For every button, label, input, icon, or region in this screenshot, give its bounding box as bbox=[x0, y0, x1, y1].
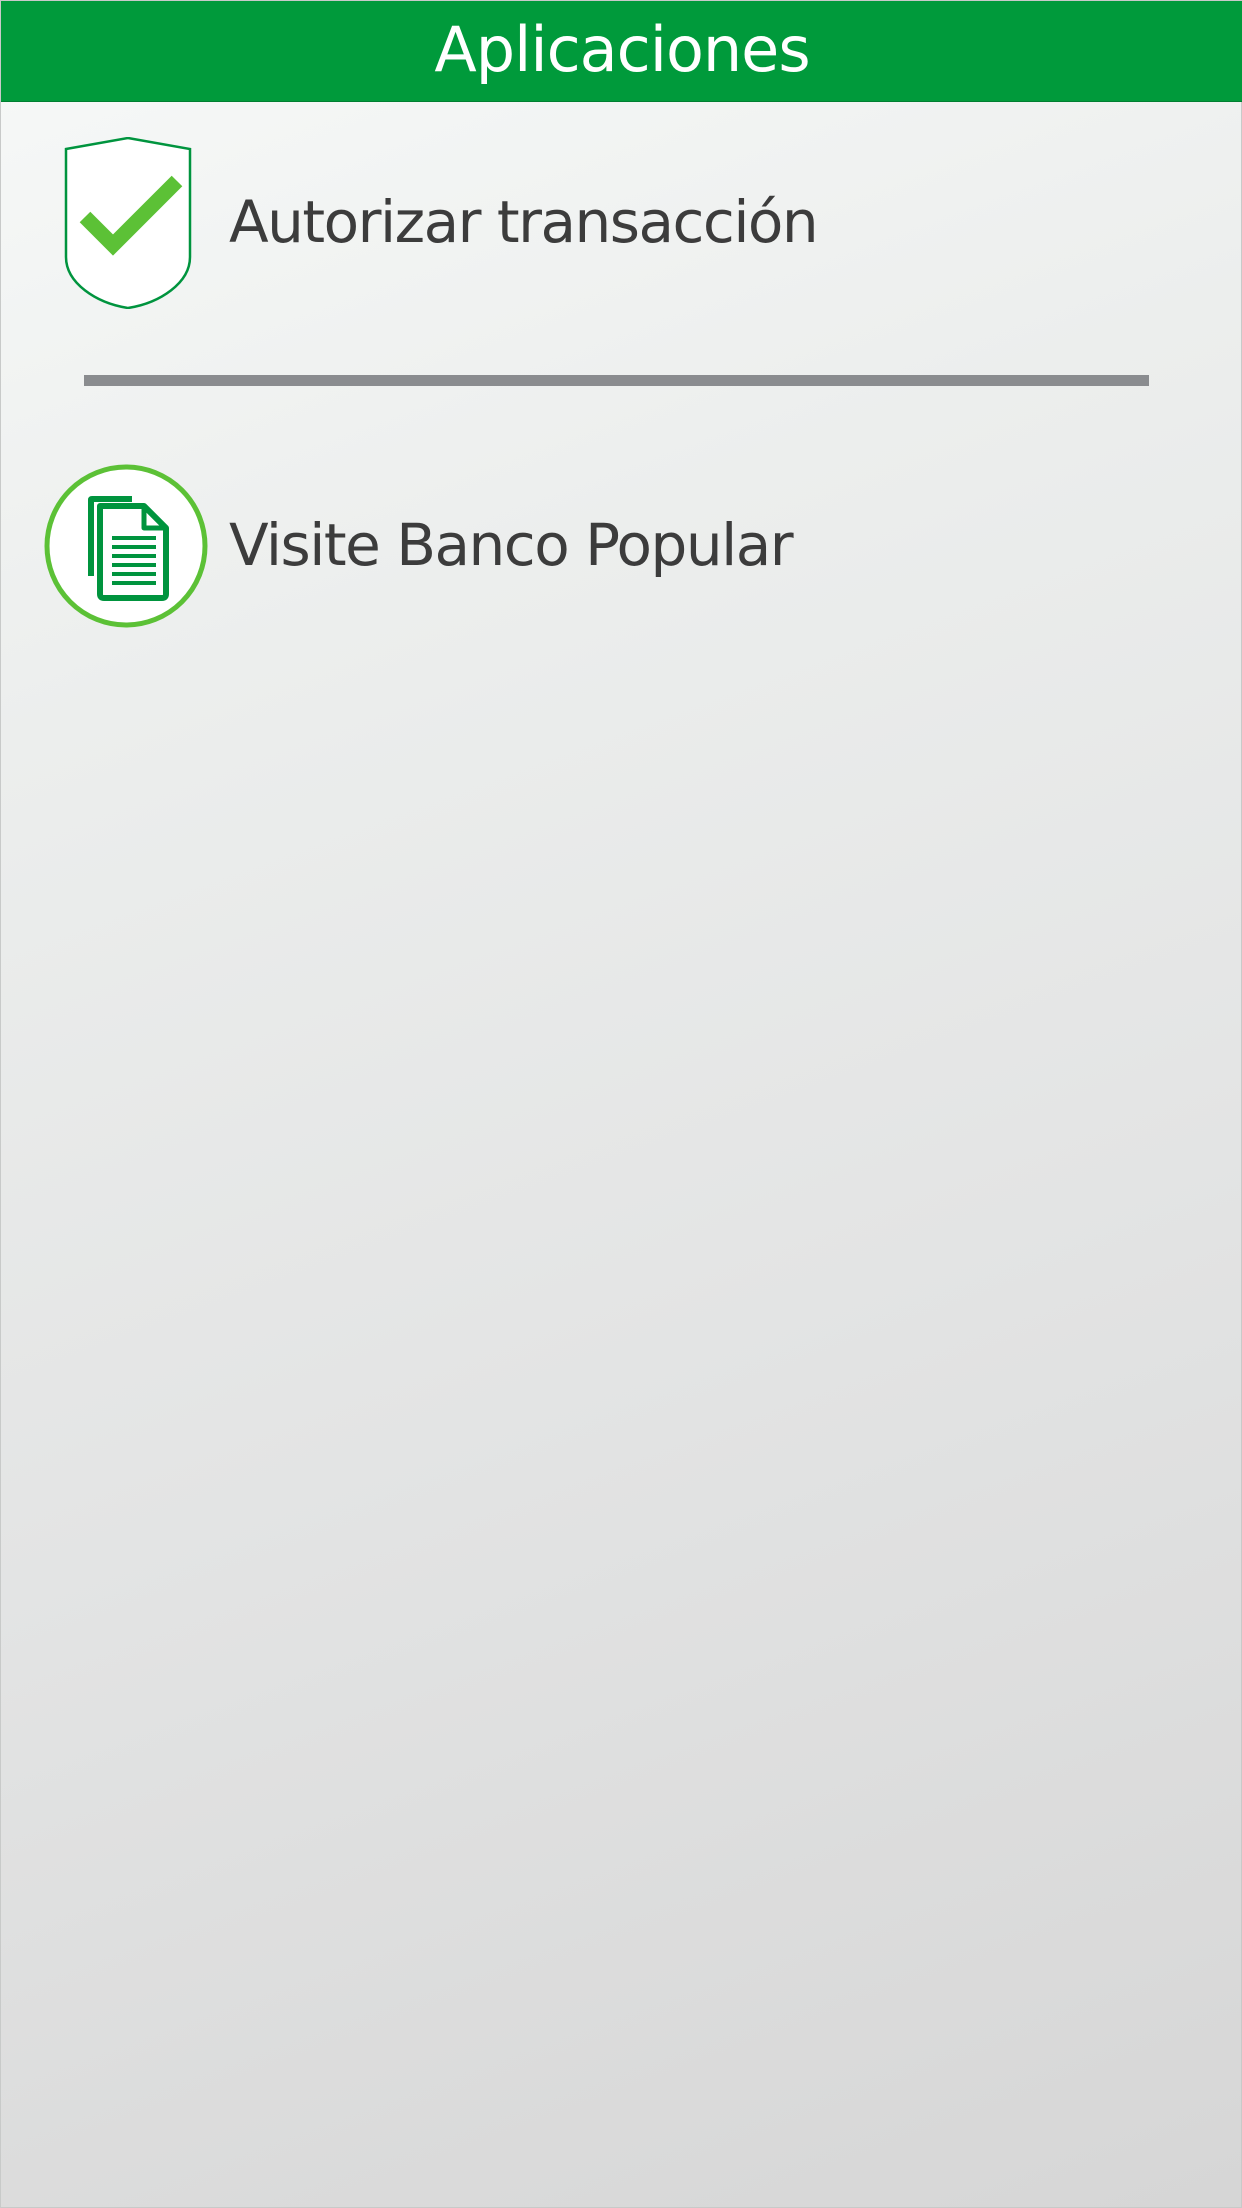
divider bbox=[84, 375, 1149, 386]
shield-check-icon bbox=[63, 136, 193, 310]
menu-item-visit-banco-popular[interactable]: Visite Banco Popular bbox=[1, 456, 1242, 636]
header-bar: Aplicaciones bbox=[1, 1, 1242, 102]
menu-item-authorize-transaction[interactable]: Autorizar transacción bbox=[1, 131, 1242, 315]
app-screen: Aplicaciones Autorizar transacción Visit… bbox=[0, 0, 1242, 2208]
menu-item-label: Visite Banco Popular bbox=[229, 511, 794, 579]
document-icon bbox=[44, 464, 208, 628]
menu-item-label: Autorizar transacción bbox=[229, 188, 819, 256]
page-title: Aplicaciones bbox=[434, 13, 810, 86]
